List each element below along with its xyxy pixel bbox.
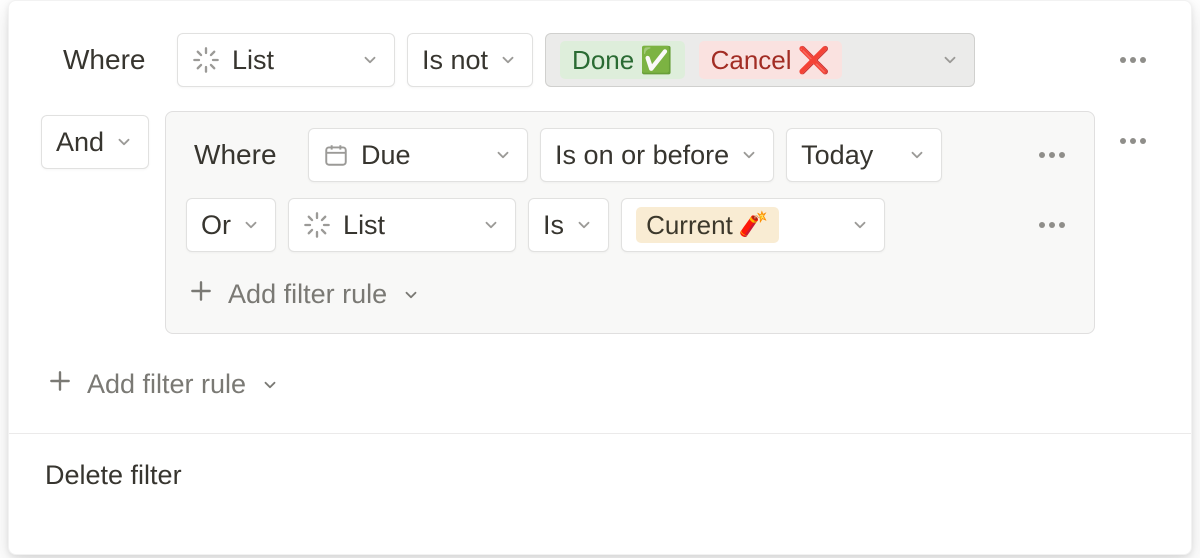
add-filter-rule-button[interactable]: Add filter rule [45, 362, 282, 407]
add-rule-label: Add filter rule [228, 279, 387, 310]
plus-icon [188, 278, 214, 311]
delete-filter-button[interactable]: Delete filter [9, 434, 1191, 517]
cross-icon: ❌ [798, 47, 830, 73]
operator-select[interactable]: Is on or before [540, 128, 774, 182]
chevron-down-icon [360, 51, 380, 69]
property-label: Due [361, 140, 411, 171]
add-rule-label: Add filter rule [87, 369, 246, 400]
spinner-icon [303, 211, 331, 239]
connector-select[interactable]: And [41, 115, 149, 169]
value-label: Today [801, 140, 873, 171]
connector-select[interactable]: Or [186, 198, 276, 252]
connector-label: Where [63, 44, 145, 75]
filter-rule-row: Or [186, 198, 1074, 252]
chevron-down-icon [739, 146, 759, 164]
connector-label: And [56, 127, 104, 158]
chevron-down-icon [481, 216, 501, 234]
value-select[interactable]: Today [786, 128, 942, 182]
delete-filter-label: Delete filter [45, 460, 182, 490]
filter-rule-row: Where [186, 128, 1074, 182]
tag-cancel: Cancel ❌ [699, 41, 842, 79]
chevron-down-icon [574, 216, 594, 234]
row-more-button[interactable] [1111, 38, 1155, 82]
row-more-button[interactable] [1030, 133, 1074, 177]
operator-label: Is [543, 210, 564, 241]
chevron-down-icon [493, 146, 513, 164]
chevron-down-icon [907, 146, 927, 164]
connector-label: Or [201, 210, 231, 241]
property-label: List [343, 210, 385, 241]
tag-label: Cancel [711, 45, 792, 76]
spinner-icon [192, 46, 220, 74]
calendar-icon [323, 142, 349, 168]
group-more-button[interactable] [1111, 119, 1155, 163]
property-select[interactable]: List [177, 33, 395, 87]
tag-done: Done ✅ [560, 41, 685, 79]
filter-group-row: And Where [9, 87, 1191, 334]
operator-select[interactable]: Is [528, 198, 609, 252]
tag-current: Current🧨 [636, 207, 779, 243]
value-multiselect[interactable]: Done ✅ Cancel ❌ [545, 33, 975, 87]
tag-label: Current [646, 210, 733, 241]
operator-label: Is on or before [555, 140, 729, 171]
property-select[interactable]: List [288, 198, 516, 252]
chevron-down-icon [241, 216, 261, 234]
value-select[interactable]: Current🧨 [621, 198, 885, 252]
filter-panel: Where List [8, 0, 1192, 555]
chevron-down-icon [498, 51, 518, 69]
tag-label: Done [572, 45, 634, 76]
row-more-button[interactable] [1030, 203, 1074, 247]
chevron-down-icon [401, 286, 421, 304]
operator-select[interactable]: Is not [407, 33, 533, 87]
chevron-down-icon [850, 216, 870, 234]
chevron-down-icon [114, 133, 134, 151]
add-filter-rule-button[interactable]: Add filter rule [186, 272, 423, 317]
connector-label: Where [194, 139, 276, 170]
chevron-down-icon [940, 51, 960, 69]
operator-label: Is not [422, 45, 488, 76]
chevron-down-icon [260, 376, 280, 394]
filter-group: Where [165, 111, 1095, 334]
checkmark-icon: ✅ [640, 47, 672, 73]
plus-icon [47, 368, 73, 401]
dynamite-icon: 🧨 [739, 213, 769, 237]
property-label: List [232, 45, 274, 76]
filter-rule-row: Where List [9, 1, 1191, 87]
property-select[interactable]: Due [308, 128, 528, 182]
rule-connector: Where [55, 44, 165, 76]
